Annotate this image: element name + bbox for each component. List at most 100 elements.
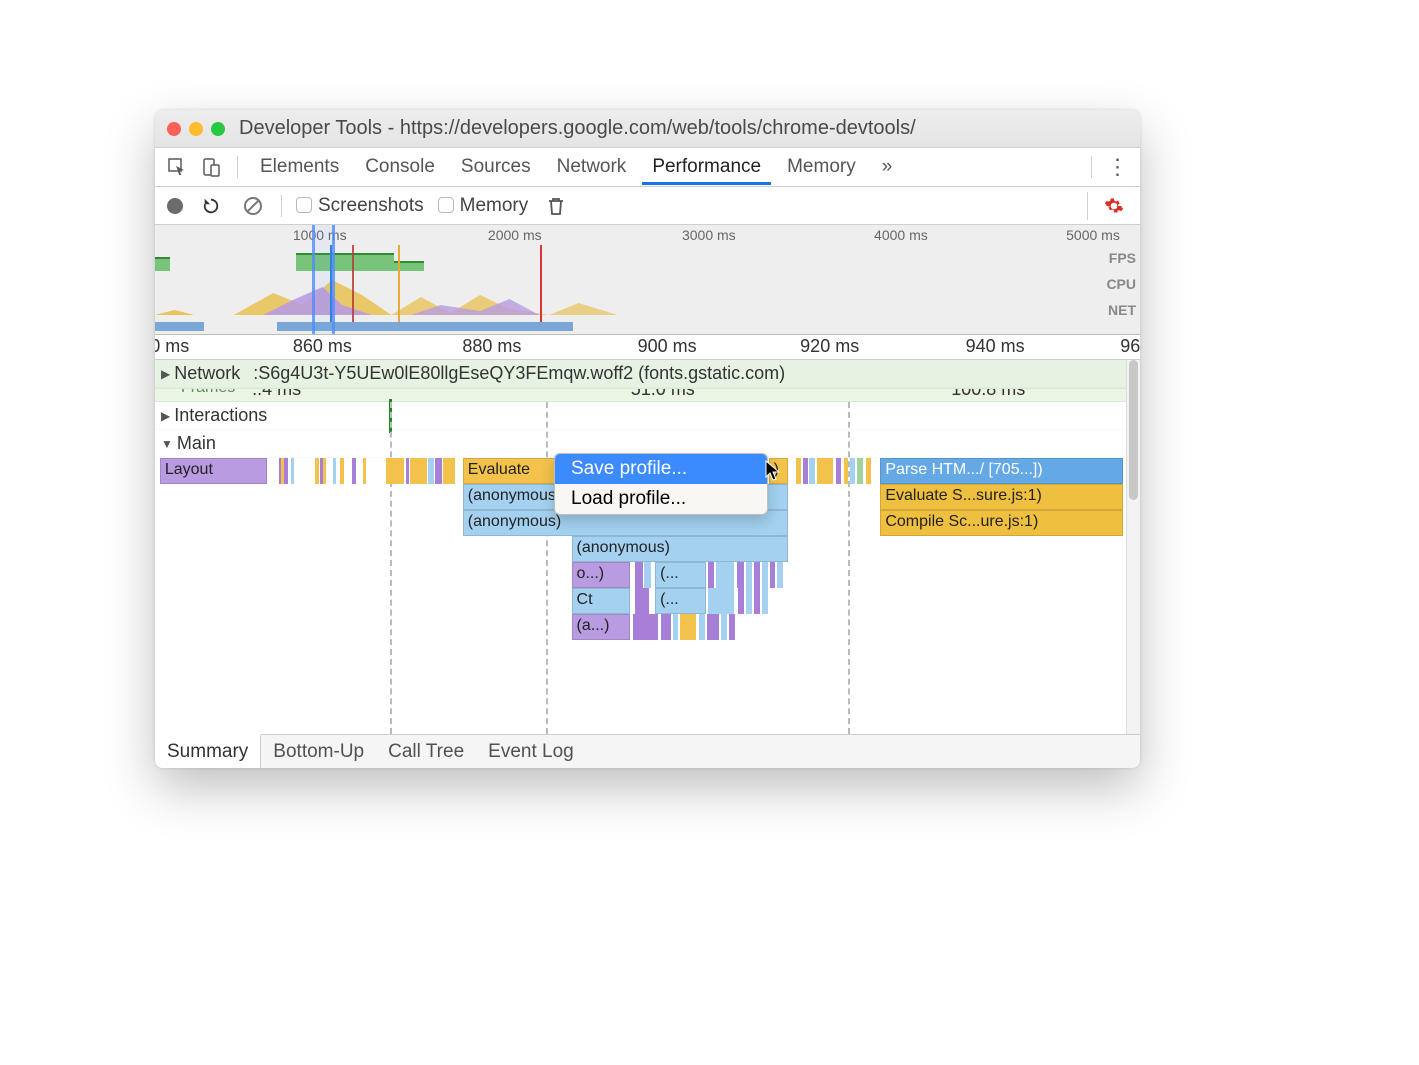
flame-event-thin[interactable] [762, 588, 768, 614]
scrollbar-thumb[interactable] [1129, 360, 1138, 500]
flame-event[interactable]: (anonymous) [572, 536, 789, 562]
flame-event-thin[interactable] [406, 458, 410, 484]
device-toolbar-icon[interactable] [197, 153, 225, 181]
reload-record-button[interactable] [197, 192, 225, 220]
panel-tabs: Elements Console Sources Network Perform… [155, 148, 1140, 187]
flame-event-thin[interactable] [803, 458, 808, 484]
flame-event-thin[interactable] [644, 562, 651, 588]
more-menu-icon[interactable]: ⋮ [1104, 153, 1132, 181]
flame-event-thin[interactable] [291, 458, 294, 484]
vertical-scrollbar[interactable] [1126, 360, 1140, 734]
flame-event-thin[interactable] [809, 458, 815, 484]
flame-event-thin[interactable] [762, 562, 768, 588]
flame-event-thin[interactable] [866, 458, 871, 484]
flame-event-thin[interactable] [435, 458, 443, 484]
flame-event-thin[interactable] [729, 614, 735, 640]
flame-event-thin[interactable] [850, 458, 855, 484]
flame-event-thin[interactable] [707, 614, 720, 640]
flame-event-thin[interactable] [777, 562, 783, 588]
flame-event-thin[interactable] [333, 458, 336, 484]
collect-garbage-button[interactable] [542, 192, 570, 220]
zoom-window-button[interactable] [211, 122, 225, 136]
flame-event-thin[interactable] [699, 614, 705, 640]
flame-event-thin[interactable] [635, 562, 644, 588]
flame-event[interactable]: Ct [572, 588, 630, 614]
flame-event-thin[interactable] [708, 562, 714, 588]
tab-console[interactable]: Console [355, 150, 445, 184]
flame-event-thin[interactable] [428, 458, 434, 484]
close-window-button[interactable] [167, 122, 181, 136]
details-tab-summary[interactable]: Summary [155, 734, 261, 768]
flamechart-body[interactable]: Save profile... Load profile... ▶Network… [155, 360, 1126, 734]
flame-event-thin[interactable] [443, 458, 455, 484]
overview-selection-handles[interactable] [312, 225, 336, 334]
flame-event-thin[interactable] [661, 614, 671, 640]
track-network[interactable]: ▶Network :S6g4U3t-Y5UEw0lE80llgEseQY3FEm… [155, 360, 1126, 388]
flame-event[interactable]: (a...) [572, 614, 630, 640]
track-frames[interactable]: Frames ..4 ms 51.0 ms 100.8 ms [155, 388, 1126, 402]
flame-event-thin[interactable] [754, 562, 760, 588]
flame-event[interactable]: Compile Sc...ure.js:1) [880, 510, 1123, 536]
flame-event-thin[interactable] [738, 588, 745, 614]
flame-event-thin[interactable] [635, 588, 650, 614]
flame-event-thin[interactable] [754, 588, 760, 614]
flame-event-thin[interactable] [352, 458, 355, 484]
flame-event-thin[interactable] [844, 458, 848, 484]
details-tabs: Summary Bottom-Up Call Tree Event Log [155, 734, 1140, 768]
memory-checkbox[interactable]: Memory [438, 195, 529, 217]
ruler-tick: 40 ms [155, 336, 189, 357]
clear-button[interactable] [239, 192, 267, 220]
track-label: Main [177, 433, 216, 454]
overview-ruler: 1000 ms2000 ms3000 ms4000 ms5000 ms [155, 227, 1140, 245]
flame-event-thin[interactable] [284, 458, 287, 484]
flame-event-thin[interactable] [708, 588, 733, 614]
network-request-name: :S6g4U3t-Y5UEw0lE80llgEseQY3FEmqw.woff2 … [253, 363, 785, 384]
context-menu-load-profile[interactable]: Load profile... [555, 484, 767, 514]
track-interactions[interactable]: ▶Interactions [155, 402, 1126, 430]
flame-event-thin[interactable] [633, 614, 658, 640]
flame-event-thin[interactable] [323, 458, 326, 484]
flame-event-thin[interactable] [746, 562, 752, 588]
ruler-tick: 940 ms [966, 336, 1025, 357]
flame-event[interactable]: o...) [572, 562, 630, 588]
tabs-overflow-button[interactable]: » [872, 150, 903, 184]
flame-event-thin[interactable] [737, 562, 745, 588]
flame-event-thin[interactable] [716, 562, 733, 588]
capture-settings-button[interactable] [1100, 192, 1128, 220]
flame-event-thin[interactable] [796, 458, 801, 484]
flame-event-thin[interactable] [673, 614, 679, 640]
flame-event-thin[interactable] [680, 614, 696, 640]
flame-event[interactable]: (... [655, 588, 705, 614]
flame-event-thin[interactable] [770, 562, 776, 588]
flame-event-thin[interactable] [721, 614, 727, 640]
flame-event[interactable]: Layout [160, 458, 267, 484]
flame-event[interactable]: Evaluate S...sure.js:1) [880, 484, 1123, 510]
flame-event-thin[interactable] [363, 458, 366, 484]
flame-event-thin[interactable] [315, 458, 318, 484]
flame-event[interactable]: Parse HTM.../ [705...]) [880, 458, 1123, 484]
flame-event-thin[interactable] [746, 588, 752, 614]
flame-event[interactable]: (... [655, 562, 705, 588]
overview-tick: 4000 ms [874, 227, 928, 243]
details-tab-event-log[interactable]: Event Log [476, 735, 586, 768]
details-tab-bottom-up[interactable]: Bottom-Up [261, 735, 376, 768]
flame-event-thin[interactable] [836, 458, 842, 484]
tab-elements[interactable]: Elements [250, 150, 349, 184]
flame-event-thin[interactable] [386, 458, 403, 484]
flame-event-thin[interactable] [857, 458, 863, 484]
context-menu-save-profile[interactable]: Save profile... [555, 454, 767, 484]
screenshots-checkbox[interactable]: Screenshots [296, 195, 424, 217]
tab-sources[interactable]: Sources [451, 150, 541, 184]
flame-event-thin[interactable] [817, 458, 833, 484]
tab-network[interactable]: Network [547, 150, 637, 184]
flame-event-thin[interactable] [340, 458, 343, 484]
tab-memory[interactable]: Memory [777, 150, 866, 184]
timeline-overview[interactable]: 1000 ms2000 ms3000 ms4000 ms5000 ms FPS … [155, 225, 1140, 335]
record-button[interactable] [167, 198, 183, 214]
minimize-window-button[interactable] [189, 122, 203, 136]
inspect-element-icon[interactable] [163, 153, 191, 181]
flame-event-thin[interactable] [410, 458, 427, 484]
mouse-cursor-icon [765, 460, 783, 487]
details-tab-call-tree[interactable]: Call Tree [376, 735, 476, 768]
tab-performance[interactable]: Performance [642, 150, 771, 185]
